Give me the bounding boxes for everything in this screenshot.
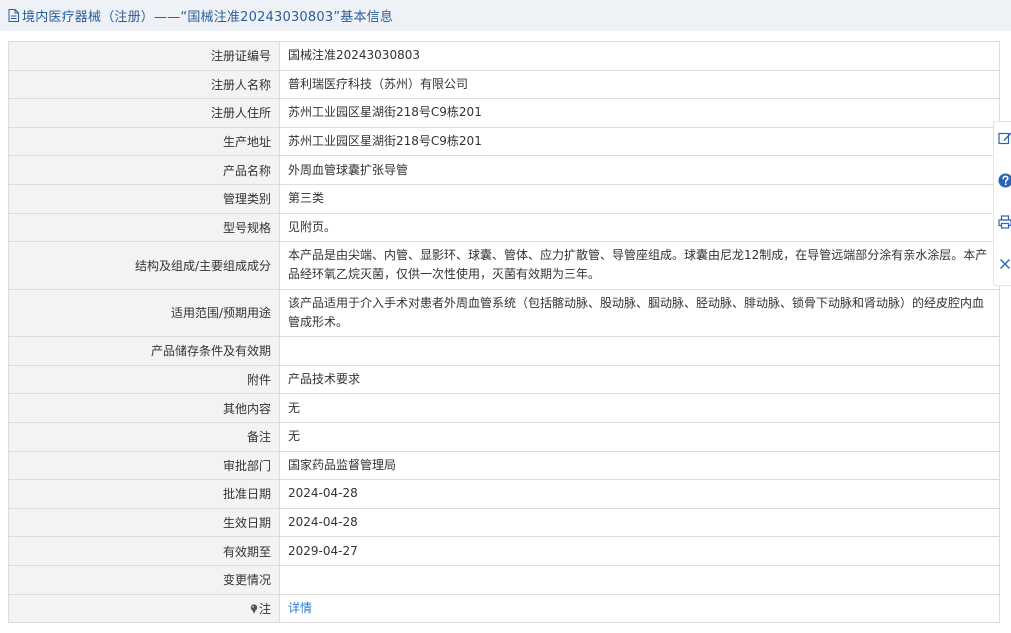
close-icon[interactable]	[997, 256, 1011, 272]
table-row: 批准日期 2024-04-28	[8, 479, 1000, 509]
field-label: 批准日期	[8, 479, 280, 509]
table-row: 变更情况	[8, 564, 1000, 595]
table-row: 型号规格 见附页。	[8, 212, 1000, 243]
edit-icon[interactable]	[997, 130, 1011, 146]
field-label: 管理类别	[8, 183, 280, 214]
note-label-cell: 注	[8, 593, 280, 624]
field-label: 备注	[8, 421, 280, 452]
table-row: 生产地址 苏州工业园区星湖街218号C9栋201	[8, 126, 1000, 157]
table-row: 注册证编号 国械注准20243030803	[8, 41, 1000, 71]
field-label: 注册证编号	[8, 41, 280, 71]
field-label: 注	[258, 601, 271, 616]
table-row: 附件 产品技术要求	[8, 364, 1000, 395]
field-label: 其他内容	[8, 393, 280, 423]
table-row: 注册人名称 普利瑞医疗科技（苏州）有限公司	[8, 69, 1000, 100]
device-info-table: 注册证编号 国械注准20243030803 注册人名称 普利瑞医疗科技（苏州）有…	[8, 41, 1000, 624]
page-header: 境内医疗器械（注册）——“国械注准20243030803”基本信息	[0, 0, 1011, 31]
field-label: 审批部门	[8, 450, 280, 481]
pin-icon	[250, 603, 258, 614]
field-value: 产品技术要求	[279, 364, 1000, 395]
field-label: 注册人住所	[8, 98, 280, 128]
table-row: 产品储存条件及有效期	[8, 336, 1000, 366]
print-icon[interactable]	[997, 214, 1011, 230]
field-value: 无	[279, 393, 1000, 423]
table-row: 备注 无	[8, 421, 1000, 452]
field-value: 国械注准20243030803	[279, 41, 1000, 71]
field-value: 无	[279, 421, 1000, 452]
table-row: 注 详情	[8, 593, 1000, 624]
field-label: 产品储存条件及有效期	[8, 336, 280, 366]
table-row: 有效期至 2029-04-27	[8, 536, 1000, 566]
field-label: 结构及组成/主要组成成分	[8, 241, 280, 290]
field-value: 普利瑞医疗科技（苏州）有限公司	[279, 69, 1000, 100]
field-value: 国家药品监督管理局	[279, 450, 1000, 481]
field-label: 附件	[8, 364, 280, 395]
field-label: 产品名称	[8, 155, 280, 185]
field-label: 适用范围/预期用途	[8, 288, 280, 338]
field-label: 有效期至	[8, 536, 280, 566]
field-label: 生产地址	[8, 126, 280, 157]
table-row: 适用范围/预期用途 该产品适用于介入手术对患者外周血管系统（包括髂动脉、股动脉、…	[8, 288, 1000, 338]
field-value: 2024-04-28	[279, 479, 1000, 509]
field-label: 注册人名称	[8, 69, 280, 100]
table-row: 生效日期 2024-04-28	[8, 507, 1000, 538]
field-value: 第三类	[279, 183, 1000, 214]
table-row: 产品名称 外周血管球囊扩张导管	[8, 155, 1000, 185]
field-value	[279, 564, 1000, 595]
field-value: 见附页。	[279, 212, 1000, 243]
table-row: 其他内容 无	[8, 393, 1000, 423]
details-link[interactable]: 详情	[288, 601, 312, 615]
field-value-cell: 详情	[279, 593, 1000, 624]
side-toolbar	[993, 121, 1011, 286]
field-value: 2024-04-28	[279, 507, 1000, 538]
field-label: 型号规格	[8, 212, 280, 243]
table-row: 注册人住所 苏州工业园区星湖街218号C9栋201	[8, 98, 1000, 128]
table-row: 管理类别 第三类	[8, 183, 1000, 214]
help-icon[interactable]	[997, 172, 1011, 188]
field-value: 苏州工业园区星湖街218号C9栋201	[279, 126, 1000, 157]
field-value: 该产品适用于介入手术对患者外周血管系统（包括髂动脉、股动脉、腘动脉、胫动脉、腓动…	[279, 288, 1000, 338]
field-label: 变更情况	[8, 564, 280, 595]
field-value: 苏州工业园区星湖街218号C9栋201	[279, 98, 1000, 128]
field-value: 2029-04-27	[279, 536, 1000, 566]
field-label: 生效日期	[8, 507, 280, 538]
table-row: 结构及组成/主要组成成分 本产品是由尖端、内管、显影环、球囊、管体、应力扩散管、…	[8, 241, 1000, 290]
field-value	[279, 336, 1000, 366]
field-value: 本产品是由尖端、内管、显影环、球囊、管体、应力扩散管、导管座组成。球囊由尼龙12…	[279, 241, 1000, 290]
page-title: 境内医疗器械（注册）——“国械注准20243030803”基本信息	[22, 10, 394, 25]
table-row: 审批部门 国家药品监督管理局	[8, 450, 1000, 481]
document-icon	[8, 9, 19, 22]
field-value: 外周血管球囊扩张导管	[279, 155, 1000, 185]
